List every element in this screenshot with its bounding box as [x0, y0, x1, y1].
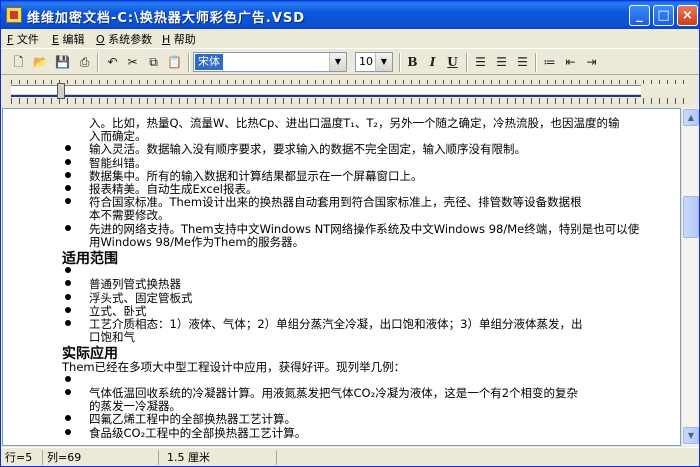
bullet-icon: [65, 267, 71, 274]
print-icon[interactable]: ⎙: [75, 53, 94, 72]
scroll-up-icon[interactable]: ▲: [683, 109, 699, 126]
undo-icon[interactable]: ↶: [103, 53, 122, 72]
toolbar-separator: [399, 53, 401, 72]
align-left-icon[interactable]: ☰: [471, 53, 490, 72]
bullet-icon: [65, 375, 71, 382]
menu-file[interactable]: F 文件: [7, 31, 39, 47]
menu-bar: F 文件 E 编辑 O 系统参数 H 帮助: [1, 29, 699, 47]
align-right-icon[interactable]: ☰: [513, 53, 532, 72]
window-title: 维维加密文档-C:\换热器大师彩色广告.VSD: [27, 11, 306, 26]
indent-icon[interactable]: ⇥: [582, 53, 601, 72]
vertical-scrollbar[interactable]: ▲ ▼: [681, 108, 699, 446]
text-line: 用Windows 98/Me作为Them的服务器。: [89, 234, 305, 249]
cut-icon[interactable]: ✂: [123, 53, 142, 72]
font-family-select[interactable]: 宋体 ▼: [193, 52, 347, 72]
bullet-icon: [65, 171, 71, 178]
outdent-icon[interactable]: ⇤: [561, 53, 580, 72]
chevron-down-icon[interactable]: ▼: [329, 53, 346, 71]
toolbar-separator: [97, 53, 99, 72]
ruler-bar: [11, 85, 641, 95]
bullet-icon: [65, 158, 71, 165]
close-button[interactable]: ×: [677, 5, 698, 26]
bullet-list-icon[interactable]: ≔: [540, 53, 559, 72]
scroll-down-icon[interactable]: ▼: [683, 427, 699, 444]
app-icon: [6, 7, 22, 23]
menu-edit[interactable]: E 编辑: [52, 31, 84, 47]
title-bar[interactable]: 维维加密文档-C:\换热器大师彩色广告.VSD _ □ ×: [1, 1, 699, 29]
status-line: 行=5: [5, 450, 43, 465]
status-indent: 1.5 厘米: [167, 450, 277, 465]
document-editor[interactable]: 入。比如，热量Q、流量W、比热Cp、进出口温度T₁、T₂，另外一个随之确定，冷热…: [2, 108, 681, 446]
paste-icon[interactable]: 📋: [165, 53, 184, 72]
align-center-icon[interactable]: ☰: [492, 53, 511, 72]
bullet-icon: [65, 185, 71, 191]
underline-button[interactable]: U: [443, 53, 462, 72]
bullet-icon: [65, 389, 71, 395]
ruler-margin-line: [11, 95, 641, 97]
save-icon[interactable]: 💾: [53, 53, 72, 72]
status-bar: 行=5 列=69 1.5 厘米: [1, 447, 699, 466]
indent-marker[interactable]: [57, 83, 65, 99]
italic-button[interactable]: I: [423, 53, 442, 72]
toolbar-separator: [466, 53, 468, 72]
toolbar-separator: [188, 53, 190, 72]
bullet-icon: [65, 320, 71, 326]
copy-icon[interactable]: ⧉: [144, 53, 163, 72]
bullet-icon: [65, 293, 71, 300]
bold-button[interactable]: B: [403, 53, 422, 72]
section-heading: 适用范围: [62, 251, 118, 267]
bullet-icon: [65, 428, 71, 435]
text-line: 入。比如，热量Q、流量W、比热Cp、进出口温度T₁、T₂，另外一个随之确定，冷热…: [89, 116, 620, 130]
font-size-value: 10: [359, 55, 373, 68]
bullet-icon: [65, 280, 71, 287]
bullet-icon: [65, 306, 71, 313]
text-line: 工艺介质相态：1）液体、气体；2）单组分蒸汽全冷凝，出口饱和液体；3）单组分液体…: [89, 317, 583, 331]
bullet-icon: [65, 224, 71, 231]
bullet-icon: [65, 198, 71, 205]
open-folder-icon[interactable]: 📂: [31, 53, 50, 72]
toolbar-separator: [535, 53, 537, 72]
chevron-down-icon[interactable]: ▼: [375, 53, 392, 71]
font-size-select[interactable]: 10 ▼: [355, 52, 393, 72]
text-line: Them已经在多项大中型工程设计中应用，获得好评。现列举几例：: [62, 359, 406, 374]
text-line: 食品级CO₂工程中的全部换热器工艺计算。: [89, 425, 307, 440]
ruler: [1, 76, 699, 106]
menu-settings[interactable]: O 系统参数: [96, 31, 152, 47]
status-column: 列=69: [47, 450, 159, 465]
menu-help[interactable]: H 帮助: [162, 31, 196, 47]
minimize-button[interactable]: _: [629, 5, 650, 26]
bullet-icon: [65, 415, 71, 422]
maximize-button[interactable]: □: [653, 5, 674, 26]
font-family-value: 宋体: [195, 54, 223, 70]
ruler-ticks: [11, 98, 691, 104]
scrollbar-thumb[interactable]: [683, 196, 699, 238]
app-window: 维维加密文档-C:\换热器大师彩色广告.VSD _ □ × F 文件 E 编辑 …: [0, 0, 700, 467]
text-line: 输入灵活。数据输入没有顺序要求，要求输入的数据不完全固定，输入顺序没有限制。: [89, 142, 526, 157]
bullet-icon: [65, 145, 71, 152]
toolbar: 🗋 📂 💾 ⎙ ↶ ✂ ⧉ 📋 宋体 ▼ 10 ▼ B I U ☰ ☰ ☰ ≔ …: [1, 48, 699, 75]
new-file-icon[interactable]: 🗋: [9, 53, 28, 72]
